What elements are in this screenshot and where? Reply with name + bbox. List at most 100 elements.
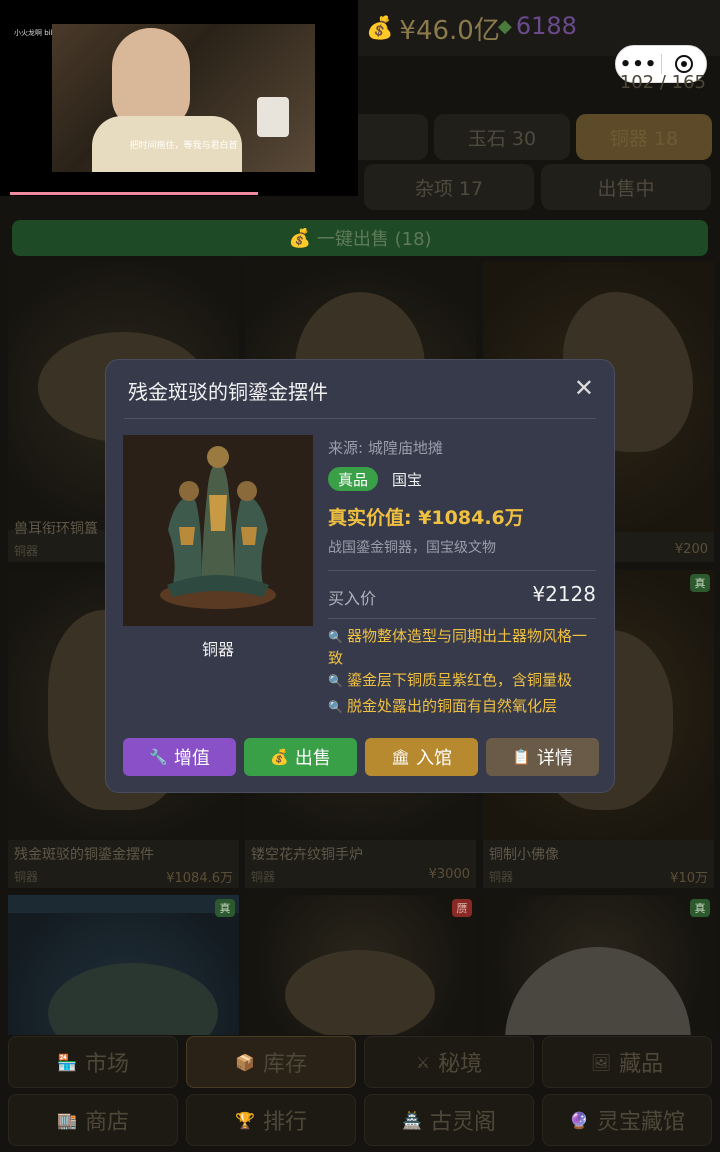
money-bag-icon: 💰: [366, 16, 394, 41]
divider: [124, 418, 596, 419]
nav-secret-realm[interactable]: ⚔ 秘境: [364, 1036, 534, 1088]
magnifier-icon: 🔍: [328, 674, 343, 688]
buy-price-value: ¥2128: [532, 582, 596, 606]
feature-text: 器物整体造型与同期出土器物风格一致: [328, 627, 587, 667]
money-value: ¥46.0亿: [399, 16, 500, 46]
item-category: 铜器: [14, 544, 39, 558]
nav-vault-label: 古灵阁: [429, 1110, 496, 1135]
collection-icon: 🖼: [590, 1052, 612, 1072]
details-button[interactable]: 📋 详情: [486, 738, 599, 776]
fake-badge: 赝: [452, 899, 472, 917]
item-image: [123, 435, 313, 626]
nav-shop-label: 商店: [84, 1110, 129, 1135]
nav-secret-realm-label: 秘境: [438, 1052, 483, 1077]
add-to-museum-label: 入馆: [416, 748, 453, 769]
add-to-museum-button[interactable]: 🏛 入馆: [365, 738, 478, 776]
item-category: 铜器: [489, 870, 514, 884]
item-price: ¥200: [674, 542, 708, 557]
secret-realm-icon: ⚔: [415, 1052, 431, 1072]
divider: [328, 618, 596, 619]
item-detail-modal: 残金斑驳的铜鎏金摆件 ✕ 铜器 来源: 城隍庙地摊 真品 国宝 真实价值: ¥1…: [105, 359, 615, 793]
item-category: 铜器: [251, 870, 276, 884]
video-frame: 把时间拖住，等我与君白首: [52, 24, 315, 172]
nav-shop[interactable]: 🏬 商店: [8, 1094, 178, 1146]
item-image: [8, 913, 239, 1035]
inventory-item[interactable]: 真: [8, 895, 239, 1035]
inventory-item[interactable]: 赝: [245, 895, 476, 1035]
video-subtitle: 把时间拖住，等我与君白首: [129, 141, 238, 151]
item-description: 战国鎏金铜器，国宝级文物: [328, 540, 496, 556]
jade-value: 6188: [515, 12, 577, 40]
museum-icon: 🏛: [390, 748, 411, 766]
nav-inventory[interactable]: 📦 库存: [186, 1036, 356, 1088]
close-miniprogram-button[interactable]: [662, 55, 706, 73]
nav-ranking[interactable]: 🏆 排行: [186, 1094, 356, 1146]
shop-icon: 🏬: [57, 1110, 77, 1130]
modal-title: 残金斑驳的铜鎏金摆件: [128, 380, 328, 404]
sell-button[interactable]: 💰 出售: [244, 738, 357, 776]
inventory-icon: 📦: [235, 1052, 255, 1072]
video-progress-bar[interactable]: [10, 192, 258, 195]
sell-all-label: 一键出售 (18): [316, 229, 432, 250]
nav-vault[interactable]: 🏯 古灵阁: [364, 1094, 534, 1146]
money-bag-icon: 💰: [270, 748, 289, 766]
sell-label: 出售: [294, 748, 331, 769]
nav-market-label: 市场: [84, 1052, 129, 1077]
nav-market[interactable]: 🏪 市场: [8, 1036, 178, 1088]
tab-jade[interactable]: 玉石 30: [434, 114, 570, 160]
item-image: [483, 895, 714, 1035]
video-overlay[interactable]: 小火龙啊 bilibili 把时间拖住，等我与君白首: [0, 0, 358, 196]
authenticity-badge: 真品: [328, 467, 379, 491]
magnifier-icon: 🔍: [328, 630, 343, 644]
market-icon: 🏪: [57, 1052, 77, 1072]
buy-price-label: 买入价: [328, 589, 377, 608]
vault-icon: 🏯: [402, 1110, 422, 1130]
item-name: 残金斑驳的铜鎏金摆件: [14, 847, 154, 863]
tab-bronze[interactable]: 铜器 18: [576, 114, 712, 160]
authentic-badge: 真: [690, 899, 710, 917]
wrench-icon: 🔧: [149, 748, 168, 766]
item-name: 兽耳衔环铜簋: [14, 521, 98, 537]
item-name: 铜制小佛像: [489, 847, 559, 863]
item-category: 铜器: [201, 640, 234, 659]
nav-museum-label: 灵宝藏馆: [596, 1110, 685, 1135]
collection-counter: 102 / 165: [619, 72, 706, 93]
money-display: 💰 ¥46.0亿: [366, 10, 500, 47]
magnifier-icon: 🔍: [328, 700, 343, 714]
sell-all-button[interactable]: 💰 一键出售 (18): [12, 220, 708, 256]
item-source: 来源: 城隍庙地摊: [328, 439, 443, 457]
item-price: ¥10万: [670, 871, 708, 886]
nav-inventory-label: 库存: [262, 1052, 307, 1077]
divider: [328, 570, 596, 571]
nav-collection-label: 藏品: [619, 1052, 664, 1077]
bronze-statue-icon: [123, 435, 313, 626]
ranking-icon: 🏆: [235, 1110, 255, 1130]
true-value: 真实价值: ¥1084.6万: [328, 507, 524, 529]
nav-museum[interactable]: 🔮 灵宝藏馆: [542, 1094, 712, 1146]
item-price: ¥3000: [428, 867, 470, 882]
appreciate-label: 增值: [173, 748, 210, 769]
money-bag-icon: 💰: [288, 227, 311, 249]
jade-display: ◆ 6188: [498, 12, 577, 40]
item-name: 镂空花卉纹铜手炉: [251, 847, 363, 863]
feature-item: 🔍 器物整体造型与同期出土器物风格一致: [328, 626, 600, 669]
clipboard-icon: 📋: [512, 748, 531, 766]
details-label: 详情: [536, 748, 573, 769]
jade-icon: ◆: [498, 15, 512, 37]
appreciate-button[interactable]: 🔧 增值: [123, 738, 236, 776]
target-icon: [674, 55, 693, 73]
tab-misc[interactable]: 杂项 17: [364, 164, 534, 210]
authentic-badge: 真: [690, 574, 710, 592]
inventory-item[interactable]: 真: [483, 895, 714, 1035]
item-price: ¥1084.6万: [166, 871, 233, 886]
feature-item: 🔍 鎏金层下铜质呈紫红色，含铜量极: [328, 670, 600, 692]
museum-icon: 🔮: [569, 1110, 589, 1130]
cat-icon: [257, 97, 289, 137]
item-category: 铜器: [14, 870, 39, 884]
tab-on-sale[interactable]: 出售中: [541, 164, 711, 210]
authentic-badge: 真: [215, 899, 235, 917]
nav-ranking-label: 排行: [262, 1110, 307, 1135]
close-icon[interactable]: ✕: [574, 374, 594, 402]
nav-collection[interactable]: 🖼 藏品: [542, 1036, 712, 1088]
feature-text: 鎏金层下铜质呈紫红色，含铜量极: [346, 671, 572, 689]
